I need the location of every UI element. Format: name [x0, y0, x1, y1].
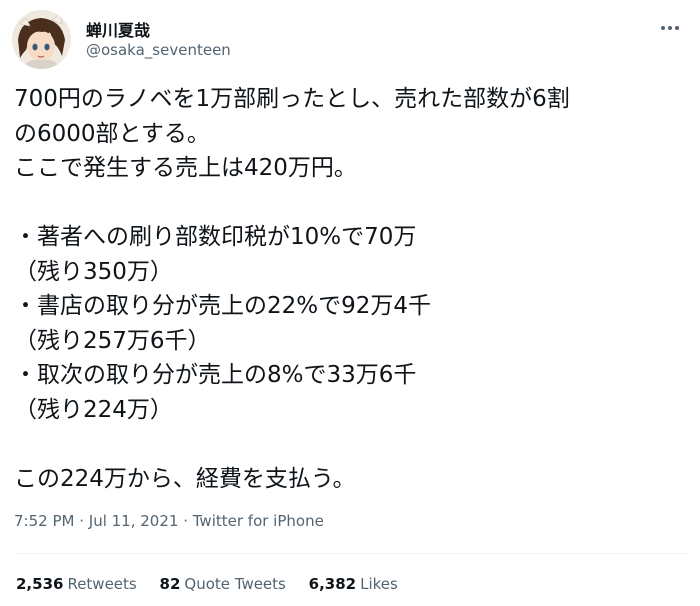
retweets-label: Retweets: [67, 575, 137, 593]
quote-tweets-stat[interactable]: 82 Quote Tweets: [160, 575, 286, 593]
tweet-line: ・著者への刷り部数印税が10%で70万: [14, 224, 417, 250]
tweet-time[interactable]: 7:52 PM: [14, 512, 74, 530]
tweet-line: （残り224万）: [14, 396, 173, 423]
tweet-line: （残り257万6千）: [14, 327, 211, 354]
display-name[interactable]: 蝉川夏哉: [86, 17, 150, 41]
more-horizontal-icon[interactable]: [656, 18, 684, 38]
meta-separator: ·: [178, 512, 193, 530]
tweet-header: 蝉川夏哉 @osaka_seventeen: [12, 10, 688, 70]
tweet-line: （残り350万）: [14, 258, 173, 285]
likes-label: Likes: [360, 575, 398, 593]
tweet-line: ここで発生する売上は420万円。: [14, 155, 357, 181]
likes-count: 6,382: [308, 575, 357, 593]
retweets-stat[interactable]: 2,536 Retweets: [16, 575, 137, 593]
tweet-stats: 2,536 Retweets 82 Quote Tweets 6,382 Likes: [16, 575, 416, 593]
tweet-line: 700円のラノベを1万部刷ったとし、売れた部数が6割: [14, 86, 570, 112]
tweet-date[interactable]: Jul 11, 2021: [89, 512, 179, 530]
tweet-meta: 7:52 PM · Jul 11, 2021 · Twitter for iPh…: [14, 512, 324, 530]
tweet-line: この224万から、経費を支払う。: [14, 465, 356, 492]
quote-tweets-count: 82: [159, 575, 181, 593]
retweets-count: 2,536: [16, 575, 64, 593]
tweet-text: 700円のラノベを1万部刷ったとし、売れた部数が6割 の6000部とする。 ここ…: [14, 82, 694, 496]
likes-stat[interactable]: 6,382 Likes: [309, 575, 398, 593]
tweet-line: ・書店の取り分が売上の22%で92万4千: [14, 293, 432, 319]
user-handle[interactable]: @osaka_seventeen: [86, 41, 231, 59]
tweet-line: の6000部とする。: [14, 120, 210, 147]
divider: [14, 553, 690, 554]
tweet-line: ・取次の取り分が売上の8%で33万6千: [14, 362, 417, 388]
avatar-illustration-icon: [12, 10, 71, 69]
tweet-source[interactable]: Twitter for iPhone: [193, 512, 324, 530]
quote-tweets-label: Quote Tweets: [184, 575, 286, 593]
avatar[interactable]: [12, 10, 71, 69]
meta-separator: ·: [74, 512, 89, 530]
